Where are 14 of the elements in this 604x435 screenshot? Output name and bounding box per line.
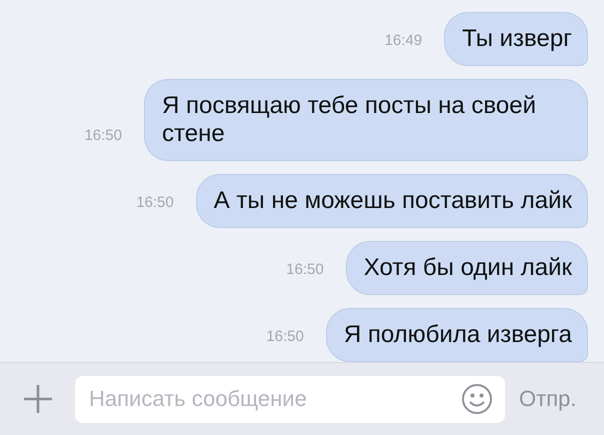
smiley-icon[interactable] (461, 383, 493, 415)
send-button[interactable]: Отпр. (519, 386, 576, 412)
message-bubble: А ты не можешь поставить лайк (196, 174, 588, 228)
message-time: 16:50 (84, 127, 122, 145)
message-time: 16:50 (136, 194, 174, 212)
message-time: 16:50 (286, 261, 324, 279)
message-input-field[interactable]: Написать сообщение (75, 376, 505, 422)
add-icon[interactable] (22, 383, 54, 415)
message-bubble: Я посвящаю тебе посты на своей стене (144, 79, 588, 161)
message-bubble: Хотя бы один лайк (346, 241, 588, 295)
message-bubble: Я полюбила изверга (326, 308, 588, 362)
message-time: 16:49 (384, 32, 422, 50)
message-time: 16:50 (266, 328, 304, 346)
message-bubble: Ты изверг (444, 12, 588, 66)
